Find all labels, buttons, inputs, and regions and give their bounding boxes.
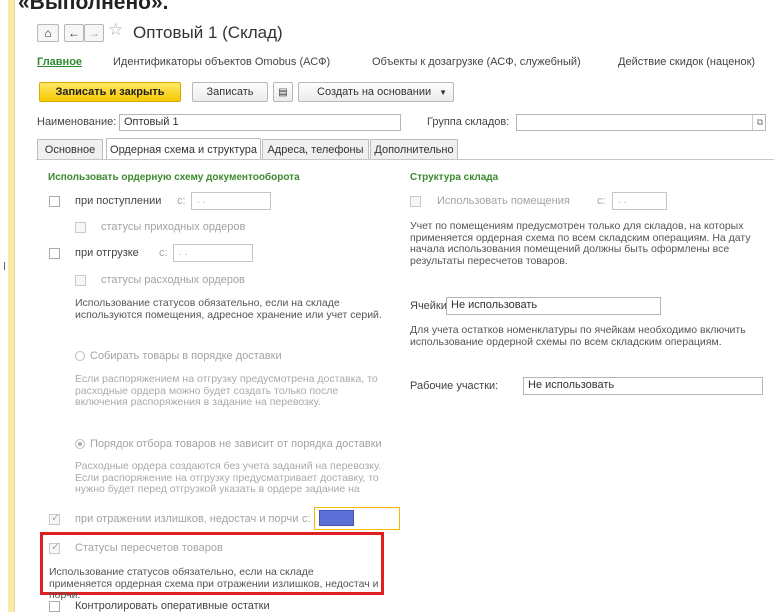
on-shipment-checkbox[interactable] (49, 248, 60, 259)
independent-order-radio[interactable] (75, 439, 85, 449)
receipt-date-input[interactable]: . . (191, 192, 271, 210)
outgoing-statuses-label: статусы расходных ордеров (101, 274, 245, 286)
tab-order-scheme[interactable]: Ордерная схема и структура (106, 138, 261, 160)
group-label: Группа складов: (427, 116, 510, 128)
shipment-from-label: с: (159, 247, 168, 259)
cells-note: Для учета остатков номенклатуры по ячейк… (410, 324, 746, 348)
work-areas-select[interactable]: Не использовать (523, 377, 763, 395)
nav-link-discounts[interactable]: Действие скидок (наценок) (618, 56, 755, 68)
checkmark-icon: ✓ (51, 512, 61, 524)
back-button[interactable]: ← (64, 24, 84, 42)
name-input[interactable]: Оптовый 1 (119, 114, 401, 131)
on-receipt-checkbox[interactable] (49, 196, 60, 207)
recount-statuses-label: Статусы пересчетов товаров (75, 542, 223, 554)
arrow-right-icon: → (88, 26, 100, 40)
collect-by-delivery-label: Собирать товары в порядке доставки (90, 350, 282, 362)
tab-additional[interactable]: Дополнительно (370, 139, 458, 159)
star-icon[interactable]: ☆ (108, 20, 123, 40)
save-and-close-button[interactable]: Записать и закрыть (39, 82, 181, 102)
order-scheme-section-title: Использовать ордерную схему документообо… (48, 172, 300, 183)
create-on-basis-button[interactable]: Создать на основании ▼ (298, 82, 454, 102)
home-button[interactable]: ⌂ (37, 24, 59, 42)
collect-by-delivery-radio[interactable] (75, 351, 85, 361)
save-button[interactable]: Записать (192, 82, 268, 102)
cut-heading: «Выполнено». (18, 0, 169, 14)
rooms-date-input[interactable]: . . (612, 192, 667, 210)
collect-by-delivery-note: Если распоряжением на отгрузку предусмот… (75, 373, 378, 408)
cells-select[interactable]: Не использовать (446, 297, 661, 315)
on-receipt-label: при поступлении (75, 195, 162, 207)
left-border (14, 0, 15, 612)
operational-balances-checkbox[interactable] (49, 601, 60, 612)
surplus-date-input[interactable] (319, 510, 354, 526)
use-rooms-label: Использовать помещения (437, 195, 570, 207)
incoming-statuses-label: статусы приходных ордеров (101, 221, 246, 233)
tab-divider (36, 159, 774, 160)
independent-order-note: Расходные ордера создаются без учета зад… (75, 460, 382, 495)
dropdown-arrow-icon: ▼ (439, 87, 447, 97)
document-list-icon: ▤ (278, 86, 288, 98)
checkmark-icon: ✓ (51, 541, 61, 553)
statuses-note: Использование статусов обязательно, если… (75, 297, 382, 321)
recount-statuses-checkbox[interactable]: ✓ (49, 541, 61, 554)
tab-addresses[interactable]: Адреса, телефоны (262, 139, 369, 159)
arrow-left-icon: ← (68, 26, 80, 40)
name-label: Наименование: (37, 116, 117, 128)
use-rooms-checkbox[interactable] (410, 196, 421, 207)
group-input[interactable] (516, 114, 766, 131)
recount-statuses-note: Использование статусов обязательно, если… (49, 566, 379, 601)
nav-link-objects[interactable]: Объекты к дозагрузке (АСФ, служебный) (372, 56, 581, 68)
cells-label: Ячейки: (410, 300, 450, 312)
shipment-date-input[interactable]: . . (173, 244, 253, 262)
operational-balances-label: Контролировать оперативные остатки (75, 600, 270, 612)
nav-link-identifiers[interactable]: Идентификаторы объектов Omobus (АСФ) (113, 56, 330, 68)
open-link-icon[interactable]: ⧉ (752, 115, 767, 130)
forward-button[interactable]: → (84, 24, 104, 42)
on-surplus-checkbox[interactable]: ✓ (49, 512, 61, 525)
surplus-from-label: с: (302, 513, 311, 525)
on-shipment-label: при отгрузке (75, 247, 139, 259)
work-areas-label: Рабочие участки: (410, 380, 499, 392)
outgoing-statuses-checkbox[interactable] (75, 275, 86, 286)
warehouse-structure-section-title: Структура склада (410, 172, 499, 183)
window-title: Оптовый 1 (Склад) (133, 23, 283, 42)
cursor-mark (4, 262, 5, 270)
home-icon: ⌂ (44, 26, 52, 40)
tab-main[interactable]: Основное (37, 139, 103, 159)
create-on-basis-label: Создать на основании (317, 86, 432, 98)
independent-order-label: Порядок отбора товаров не зависит от пор… (90, 438, 382, 450)
on-surplus-label: при отражении излишков, недостач и порчи (75, 513, 299, 525)
receipt-from-label: с: (177, 195, 186, 207)
rooms-note: Учет по помещениям предусмотрен только д… (410, 220, 751, 267)
incoming-statuses-checkbox[interactable] (75, 222, 86, 233)
nav-main-link[interactable]: Главное (37, 56, 82, 68)
report-button[interactable]: ▤ (273, 82, 293, 102)
rooms-from-label: с: (597, 195, 606, 207)
